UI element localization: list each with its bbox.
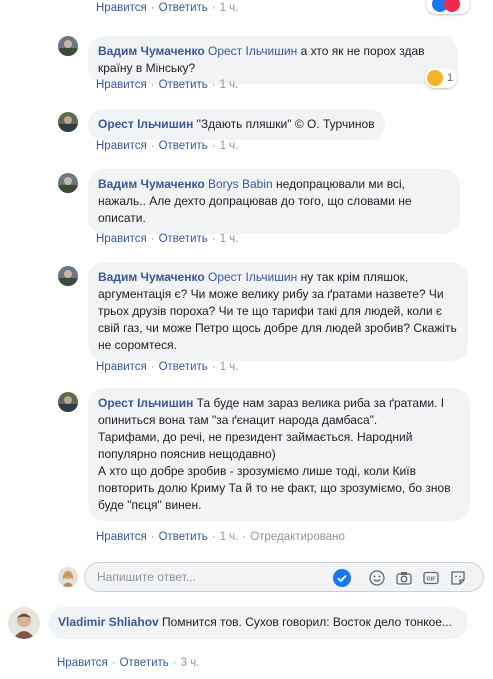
edited-label[interactable]: Отредактировано (250, 531, 345, 543)
haha-reaction-icon (427, 70, 443, 86)
reply-comment: Орест Ільчишин Та буде нам зараз велика … (58, 388, 470, 521)
reply-link[interactable]: Ответить (159, 140, 208, 152)
comment-actions: Нравится · Ответить · 1 ч. (96, 79, 239, 91)
reply-link[interactable]: Ответить (159, 79, 208, 91)
reply-comment: Вадим Чумаченко Орест Ільчишин ну так кр… (58, 262, 468, 361)
comment-text: "Здають пляшки" © О. Турчинов (196, 117, 375, 131)
like-link[interactable]: Нравится (96, 79, 147, 91)
timestamp[interactable]: 1 ч. (220, 531, 239, 543)
avatar[interactable] (58, 392, 78, 412)
like-link[interactable]: Нравится (96, 140, 147, 152)
reaction-badge[interactable] (426, 0, 470, 14)
reply-comment: Вадим Чумаченко Орест Ільчишин а хто як … (58, 36, 458, 84)
comment-actions: Нравится · Ответить · 1 ч. (96, 2, 239, 14)
comment-bubble: Vladimir Shliahov Помнится тов. Сухов го… (48, 607, 468, 639)
timestamp[interactable]: 1 ч. (220, 233, 239, 245)
reaction-badge[interactable]: 1 (425, 68, 458, 88)
comment-bubble: Вадим Чумаченко Borys Babin недопрацювал… (88, 169, 460, 234)
gif-icon[interactable]: GIF (422, 569, 440, 587)
mention-tag[interactable]: Borys Babin (208, 177, 273, 191)
reply-comment: Вадим Чумаченко Borys Babin недопрацювал… (58, 169, 460, 234)
reply-link[interactable]: Ответить (159, 361, 208, 373)
comment-actions: Нравится · Ответить · 1 ч. (96, 233, 239, 245)
comment-bubble: Вадим Чумаченко Орест Ільчишин ну так кр… (88, 262, 468, 361)
like-link[interactable]: Нравится (96, 531, 147, 543)
comment-author[interactable]: Вадим Чумаченко (98, 270, 205, 284)
comment-text: Тарифами, до речі, не президент займаєть… (98, 430, 413, 461)
comment-author[interactable]: Вадим Чумаченко (98, 44, 205, 58)
send-icon[interactable] (333, 569, 351, 587)
avatar[interactable] (58, 173, 78, 193)
love-reaction-icon (444, 0, 460, 12)
comment-actions: Нравится · Ответить · 1 ч. (96, 140, 239, 152)
comment-author[interactable]: Орест Ільчишин (98, 396, 193, 410)
mention-tag[interactable]: Орест Ільчишин (208, 44, 297, 58)
comment-text: А хто що добре зробив - зрозуміємо лише … (98, 464, 451, 512)
reply-link[interactable]: Ответить (120, 657, 169, 669)
comment-text: Помнится тов. Сухов говорил: Восток дело… (162, 615, 452, 629)
reply-link[interactable]: Ответить (159, 2, 208, 14)
timestamp[interactable]: 1 ч. (220, 79, 239, 91)
like-link[interactable]: Нравится (57, 657, 108, 669)
comment-actions: Нравится · Ответить · 1 ч. · Отредактировано (96, 531, 345, 543)
timestamp[interactable]: 3 ч. (181, 657, 200, 669)
avatar[interactable] (58, 266, 78, 286)
avatar[interactable] (58, 36, 78, 56)
comment-author[interactable]: Вадим Чумаченко (98, 177, 205, 191)
comment-author[interactable]: Vladimir Shliahov (58, 615, 159, 629)
avatar[interactable] (8, 607, 40, 639)
camera-icon[interactable] (395, 569, 413, 587)
mention-tag[interactable]: Орест Ільчишин (208, 270, 297, 284)
comment-actions: Нравится · Ответить · 3 ч. (57, 657, 200, 669)
timestamp[interactable]: 1 ч. (220, 2, 239, 14)
reply-link[interactable]: Ответить (159, 531, 208, 543)
comment-bubble: Орест Ільчишин "Здають пляшки" © О. Турч… (88, 109, 385, 140)
like-link[interactable]: Нравится (96, 233, 147, 245)
timestamp[interactable]: 1 ч. (220, 361, 239, 373)
timestamp[interactable]: 1 ч. (220, 140, 239, 152)
reply-input[interactable] (97, 570, 327, 584)
comment-actions: Нравится · Ответить · 1 ч. (96, 361, 239, 373)
current-user-avatar[interactable] (58, 567, 78, 587)
comment-bubble: Орест Ільчишин Та буде нам зараз велика … (88, 388, 470, 521)
comment: Vladimir Shliahov Помнится тов. Сухов го… (8, 607, 468, 639)
avatar[interactable] (58, 112, 78, 132)
comment-author[interactable]: Орест Ільчишин (98, 117, 193, 131)
emoji-icon[interactable] (368, 569, 386, 587)
svg-text:GIF: GIF (426, 577, 436, 583)
reply-comment: Орест Ільчишин "Здають пляшки" © О. Турч… (58, 109, 385, 140)
like-link[interactable]: Нравится (96, 361, 147, 373)
like-link[interactable]: Нравится (96, 2, 147, 14)
reply-link[interactable]: Ответить (159, 233, 208, 245)
sticker-icon[interactable] (449, 569, 467, 587)
comment-bubble: Вадим Чумаченко Орест Ільчишин а хто як … (88, 36, 458, 84)
reply-input-box[interactable]: GIF (84, 562, 484, 592)
reaction-count: 1 (447, 72, 454, 84)
